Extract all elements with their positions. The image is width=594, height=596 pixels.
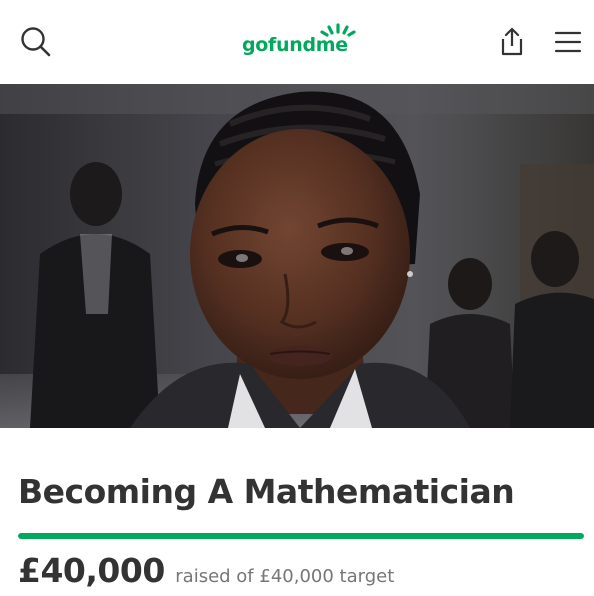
search-icon <box>21 27 51 57</box>
raised-summary: £40,000 raised of £40,000 target <box>18 551 394 590</box>
top-nav: gofundme <box>0 0 594 84</box>
campaign-title: Becoming A Mathematician <box>18 472 515 511</box>
share-icon <box>501 27 523 56</box>
menu-icon <box>554 31 582 53</box>
raised-amount: £40,000 <box>18 551 165 590</box>
logo-rays <box>320 23 356 37</box>
menu-button[interactable] <box>548 22 588 62</box>
gofundme-logo[interactable]: gofundme <box>242 22 362 62</box>
raised-label: raised of £40,000 target <box>175 566 395 587</box>
app: gofundme Becoming A Mathematician £40,00… <box>0 0 594 596</box>
search-button[interactable] <box>16 22 56 62</box>
progress-fill <box>18 533 584 539</box>
progress-bar <box>18 533 584 539</box>
hero-photo <box>0 84 594 428</box>
share-button[interactable] <box>492 22 532 62</box>
campaign-hero-image <box>0 84 594 428</box>
